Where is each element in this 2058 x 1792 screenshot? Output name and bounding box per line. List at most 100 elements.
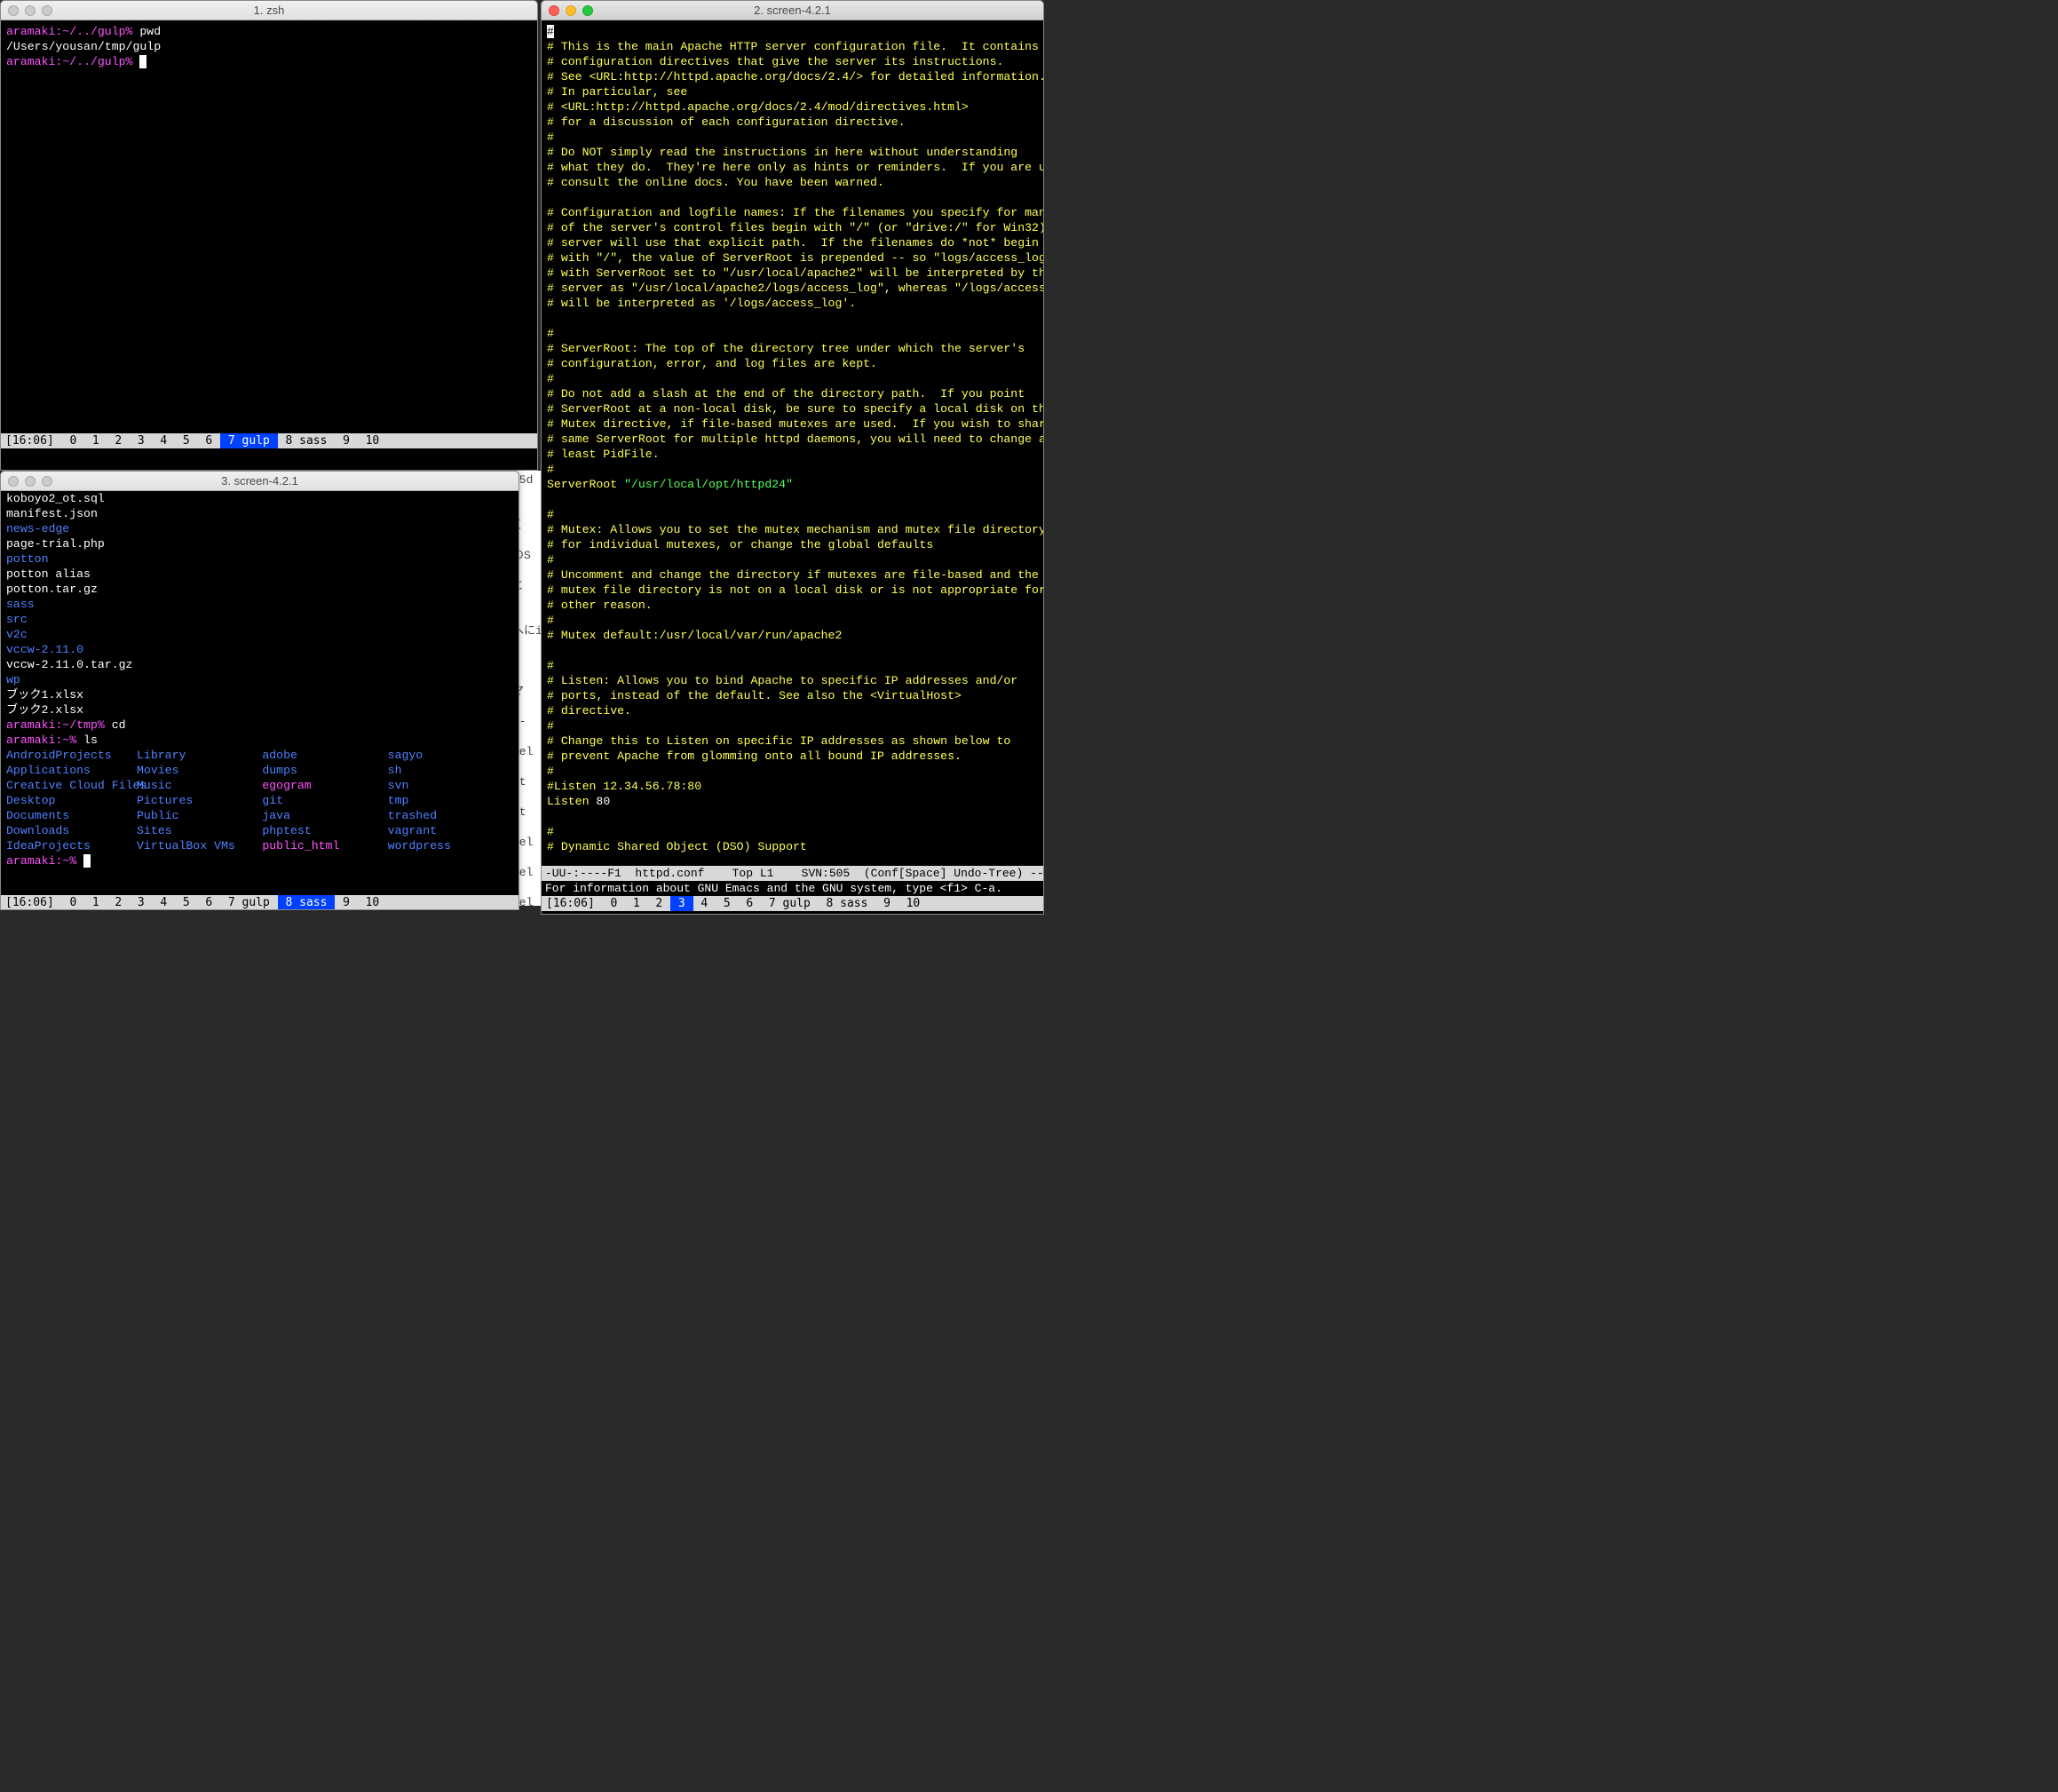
screen-window-9[interactable]: 9 — [875, 896, 898, 911]
window-title-1: 1. zsh — [8, 4, 530, 17]
screen-window-6[interactable]: 6 — [198, 433, 220, 448]
list-item: potton alias — [6, 567, 513, 582]
config-line: # Do NOT simply read the instructions in… — [547, 145, 1038, 160]
config-line: # ServerRoot at a non-local disk, be sur… — [547, 401, 1038, 416]
traffic-lights-3 — [8, 476, 52, 487]
config-line: # server will use that explicit path. If… — [547, 235, 1038, 250]
config-line: # Mutex directive, if file-based mutexes… — [547, 416, 1038, 432]
screen-window-7-gulp[interactable]: 7 gulp — [220, 433, 278, 448]
screen-window-8-sass[interactable]: 8 sass — [819, 896, 876, 911]
screen-window-4[interactable]: 4 — [153, 433, 175, 448]
screen-window-3[interactable]: 3 — [670, 896, 693, 911]
config-line: # — [547, 718, 1038, 733]
command: pwd — [132, 25, 161, 38]
list-item: Music — [137, 778, 262, 793]
emacs-echo-area: For information about GNU Emacs and the … — [542, 881, 1043, 896]
screen-window-3[interactable]: 3 — [130, 433, 152, 448]
list-item: trashed — [388, 808, 513, 823]
config-line: # Mutex: Allows you to set the mutex mec… — [547, 522, 1038, 537]
close-icon[interactable] — [8, 476, 19, 487]
list-item: sass — [6, 597, 513, 612]
screen-window-1[interactable]: 1 — [84, 895, 107, 910]
terminal-window-1: 1. zsh aramaki:~/../gulp% pwd /Users/you… — [0, 0, 538, 471]
screen-window-0[interactable]: 0 — [62, 433, 84, 448]
screen-window-6[interactable]: 6 — [739, 896, 761, 911]
screen-window-4[interactable]: 4 — [153, 895, 175, 910]
screen-window-0[interactable]: 0 — [62, 895, 84, 910]
screen-window-1[interactable]: 1 — [625, 896, 647, 911]
minimize-icon[interactable] — [566, 5, 576, 16]
list-item: Public — [137, 808, 262, 823]
screen-statusbar-1: [16:06] 0 1 2 3 4 5 6 7 gulp 8 sass 9 10 — [1, 433, 537, 448]
list-item: potton — [6, 551, 513, 567]
prompt: aramaki:~% — [6, 733, 76, 747]
screen-window-7-gulp[interactable]: 7 gulp — [220, 895, 278, 910]
close-icon[interactable] — [549, 5, 559, 16]
list-item: Creative Cloud Files — [6, 778, 137, 793]
config-line: # for individual mutexes, or change the … — [547, 537, 1038, 552]
screen-window-3[interactable]: 3 — [130, 895, 152, 910]
terminal-content-1[interactable]: aramaki:~/../gulp% pwd /Users/yousan/tmp… — [1, 20, 537, 433]
zoom-icon[interactable] — [42, 5, 52, 16]
list-item: news-edge — [6, 521, 513, 536]
screen-statusbar-2: [16:06] 0 1 2 3 4 5 6 7 gulp 8 sass 9 10 — [542, 896, 1043, 911]
screen-window-9[interactable]: 9 — [335, 433, 357, 448]
close-icon[interactable] — [8, 5, 19, 16]
list-item: phptest — [262, 823, 387, 838]
screen-window-10[interactable]: 10 — [358, 433, 387, 448]
list-item: Applications — [6, 763, 137, 778]
zoom-icon[interactable] — [582, 5, 593, 16]
list-item: egogram — [262, 778, 387, 793]
screen-window-4[interactable]: 4 — [693, 896, 716, 911]
list-item: tmp — [388, 793, 513, 808]
config-line: # for a discussion of each configuration… — [547, 115, 1038, 130]
screen-window-2[interactable]: 2 — [107, 433, 130, 448]
screen-window-1[interactable]: 1 — [84, 433, 107, 448]
emacs-modeline: -UU-:----F1 httpd.conf Top L1 SVN:505 (C… — [542, 866, 1043, 881]
list-item: git — [262, 793, 387, 808]
screen-window-8-sass[interactable]: 8 sass — [278, 433, 336, 448]
zoom-icon[interactable] — [42, 476, 52, 487]
titlebar-3[interactable]: 3. screen-4.2.1 — [1, 472, 518, 491]
terminal-content-3[interactable]: koboyo2_ot.sqlmanifest.jsonnews-edgepage… — [1, 491, 518, 895]
list-item: vccw-2.11.0.tar.gz — [6, 657, 513, 672]
screen-window-2[interactable]: 2 — [107, 895, 130, 910]
config-line: # See <URL:http://httpd.apache.org/docs/… — [547, 69, 1038, 84]
screen-window-9[interactable]: 9 — [335, 895, 357, 910]
list-item: v2c — [6, 627, 513, 642]
status-time: [16:06] — [4, 433, 62, 448]
titlebar-2[interactable]: 2. screen-4.2.1 — [542, 1, 1043, 20]
list-item: ブック2.xlsx — [6, 702, 513, 718]
config-line: # will be interpreted as '/logs/access_l… — [547, 296, 1038, 311]
minimize-icon[interactable] — [25, 476, 36, 487]
config-line: # mutex file directory is not on a local… — [547, 583, 1038, 598]
emacs-buffer[interactable]: ## This is the main Apache HTTP server c… — [542, 20, 1043, 866]
cursor — [139, 55, 146, 68]
list-item: dumps — [262, 763, 387, 778]
screen-window-7-gulp[interactable]: 7 gulp — [761, 896, 819, 911]
titlebar-1[interactable]: 1. zsh — [1, 1, 537, 20]
screen-window-6[interactable]: 6 — [198, 895, 220, 910]
screen-window-5[interactable]: 5 — [716, 896, 738, 911]
config-line: # Dynamic Shared Object (DSO) Support — [547, 839, 1038, 854]
list-item: Sites — [137, 823, 262, 838]
config-line: # Uncomment and change the directory if … — [547, 567, 1038, 583]
screen-window-2[interactable]: 2 — [648, 896, 670, 911]
screen-window-10[interactable]: 10 — [358, 895, 387, 910]
config-line: # — [547, 552, 1038, 567]
ls-output: AndroidProjectsApplicationsCreative Clou… — [6, 748, 513, 853]
screen-window-8-sass[interactable]: 8 sass — [278, 895, 336, 910]
list-item: manifest.json — [6, 506, 513, 521]
screen-window-5[interactable]: 5 — [175, 433, 197, 448]
config-line: # what they do. They're here only as hin… — [547, 160, 1038, 175]
config-line: # configuration directives that give the… — [547, 54, 1038, 69]
config-line: ServerRoot "/usr/local/opt/httpd24" — [547, 477, 1038, 492]
config-line: # least PidFile. — [547, 447, 1038, 462]
cursor — [83, 854, 91, 868]
list-item: java — [262, 808, 387, 823]
screen-window-10[interactable]: 10 — [898, 896, 928, 911]
screen-window-5[interactable]: 5 — [175, 895, 197, 910]
minimize-icon[interactable] — [25, 5, 36, 16]
list-item: adobe — [262, 748, 387, 763]
screen-window-0[interactable]: 0 — [603, 896, 625, 911]
